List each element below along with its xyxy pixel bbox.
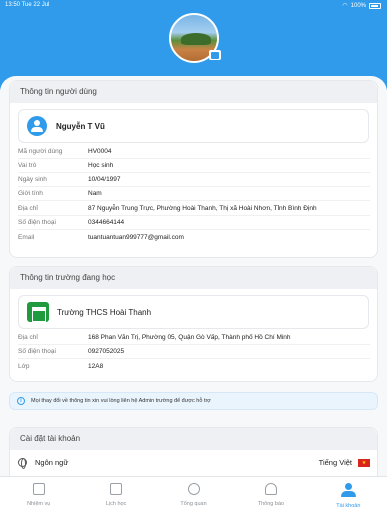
language-setting-row[interactable]: Ngôn ngữ Tiếng Việt ★	[18, 458, 370, 469]
user-field-email: Email tuantuantuan999777@gmail.com	[18, 234, 184, 241]
school-info-title: Thông tin trường đang học	[10, 267, 377, 289]
user-icon	[341, 483, 357, 497]
status-date: Tue 22 Jul	[21, 2, 50, 8]
tab-account[interactable]: Tài khoản	[310, 477, 387, 514]
user-field-address: Địa chỉ 87 Nguyễn Trung Trực, Phường Hoà…	[18, 205, 317, 212]
tab-overview[interactable]: Tổng quan	[155, 477, 232, 514]
avatar-image-detail	[181, 33, 211, 45]
account-settings-title: Cài đặt tài khoản	[10, 428, 377, 450]
task-icon	[32, 483, 45, 495]
info-icon: i	[17, 397, 25, 405]
school-field-phone: Số điện thoại 0927052025	[18, 348, 125, 355]
tab-label: Nhiệm vụ	[27, 501, 51, 507]
divider	[18, 229, 370, 230]
status-time: 13:50	[5, 2, 21, 8]
user-field-gender: Giới tính Nam	[18, 190, 102, 197]
school-field-class: Lớp 12A8	[18, 363, 104, 370]
school-icon	[27, 302, 49, 322]
user-field-birthday: Ngày sinh 10/04/1997	[18, 176, 121, 183]
wifi-icon: ◠	[342, 3, 348, 9]
divider	[18, 358, 370, 359]
dashboard-icon	[187, 483, 200, 495]
notice-text: Mọi thay đổi về thông tin xin vui lòng l…	[31, 398, 211, 404]
school-field-address: Địa chỉ 168 Phan Văn Trị, Phường 05, Quậ…	[18, 334, 291, 341]
user-header: Nguyễn T Vũ	[18, 109, 369, 143]
bottom-tab-bar: Nhiệm vụ Lịch học Tổng quan Thông báo Tà…	[0, 476, 387, 514]
edit-avatar-icon[interactable]	[209, 50, 221, 60]
language-label: Ngôn ngữ	[35, 458, 69, 467]
status-time-date: 13:50 Tue 22 Jul	[5, 2, 49, 8]
globe-icon	[18, 458, 27, 469]
status-indicators: ◠ 100%	[342, 2, 381, 9]
divider	[18, 158, 370, 159]
tab-tasks[interactable]: Nhiệm vụ	[0, 477, 77, 514]
battery-icon	[369, 2, 381, 9]
school-info-card: Thông tin trường đang học Trường THCS Ho…	[9, 266, 378, 382]
divider	[18, 172, 370, 173]
battery-level: 100%	[350, 2, 366, 9]
user-field-role: Vai trò Học sinh	[18, 162, 114, 169]
user-name: Nguyễn T Vũ	[56, 121, 105, 131]
school-name: Trường THCS Hoài Thanh	[57, 307, 152, 317]
user-icon	[27, 116, 47, 136]
tab-notifications[interactable]: Thông báo	[232, 477, 309, 514]
user-field-phone: Số điện thoại 0344664144	[18, 219, 125, 226]
user-info-card: Thông tin người dùng Nguyễn T Vũ Mã ngườ…	[9, 80, 378, 258]
tab-label: Thông báo	[257, 501, 285, 507]
divider	[18, 344, 370, 345]
support-notice: i Mọi thay đổi về thông tin xin vui lòng…	[9, 392, 378, 410]
language-value: Tiếng Việt	[318, 458, 352, 467]
tab-label: Lịch học	[105, 501, 127, 507]
vietnam-flag-icon: ★	[358, 458, 370, 467]
divider	[18, 200, 370, 201]
user-field-id: Mã người dùng HV0004	[18, 148, 112, 155]
tab-schedule[interactable]: Lịch học	[77, 477, 154, 514]
school-header: Trường THCS Hoài Thanh	[18, 295, 369, 329]
divider	[18, 215, 370, 216]
bell-icon	[264, 483, 277, 495]
tab-label: Tài khoản	[336, 503, 361, 509]
tab-label: Tổng quan	[180, 501, 207, 507]
user-info-title: Thông tin người dùng	[10, 81, 377, 103]
calendar-icon	[110, 483, 123, 495]
divider	[18, 186, 370, 187]
status-bar: 13:50 Tue 22 Jul ◠ 100%	[0, 0, 387, 10]
